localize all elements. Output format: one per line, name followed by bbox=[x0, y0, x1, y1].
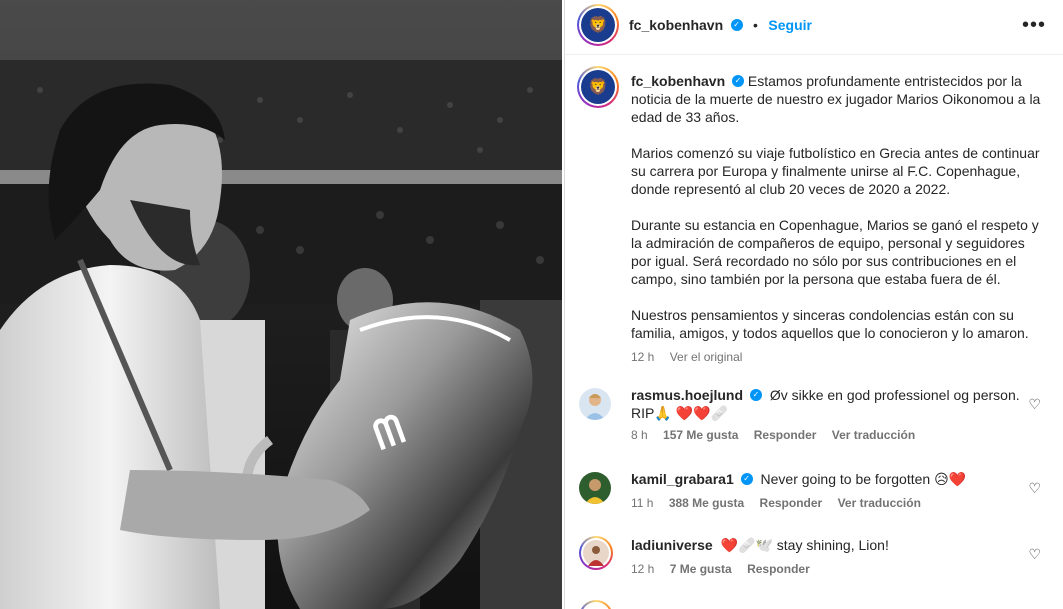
post-header: 🦁 fc_kobenhavn ✓ • Seguir ••• bbox=[565, 0, 1063, 55]
caption-paragraph: fc_kobenhavn ✓ Estamos profundamente ent… bbox=[631, 72, 1041, 126]
follow-button[interactable]: Seguir bbox=[768, 17, 812, 33]
reply-button[interactable]: Responder bbox=[754, 428, 817, 442]
see-original-link[interactable]: Ver el original bbox=[670, 350, 743, 364]
comment-time[interactable]: 12 h bbox=[631, 562, 654, 576]
comment-meta: 11 h 388 Me gusta Responder Ver traducci… bbox=[631, 494, 1031, 512]
comment-username[interactable]: ladiuniverse bbox=[631, 537, 713, 553]
like-heart-icon[interactable]: ♡ bbox=[1028, 546, 1041, 563]
comment-username[interactable]: kamil_grabara1 bbox=[631, 471, 734, 487]
reply-button[interactable]: Responder bbox=[760, 496, 823, 510]
commenter-avatar[interactable] bbox=[579, 536, 613, 570]
like-heart-icon[interactable]: ♡ bbox=[1028, 396, 1041, 413]
photo-illustration: ᗰ bbox=[0, 0, 562, 609]
comment-text: ❤️🩹🕊️ stay shining, Lion! bbox=[720, 537, 889, 553]
comment-likes[interactable]: 388 Me gusta bbox=[669, 496, 744, 510]
comment-meta: 12 h 7 Me gusta Responder bbox=[631, 560, 1031, 578]
post-sidebar: 🦁 fc_kobenhavn ✓ • Seguir ••• 🦁 fc_koben… bbox=[564, 0, 1063, 609]
comment-body: rasmus.hoejlund ✓ Øv sikke en god profes… bbox=[631, 386, 1031, 444]
header-avatar[interactable]: 🦁 bbox=[577, 4, 619, 46]
translate-button[interactable]: Ver traducción bbox=[838, 496, 921, 510]
comment-meta: 8 h 157 Me gusta Responder Ver traducció… bbox=[631, 426, 1031, 444]
caption-paragraph-3: Durante su estancia en Copenhague, Mario… bbox=[631, 217, 1039, 287]
like-heart-icon[interactable]: ♡ bbox=[1028, 480, 1041, 497]
comment-text: Never going to be forgotten 😥❤️ bbox=[760, 471, 967, 487]
commenter-avatar[interactable] bbox=[579, 388, 611, 420]
comment-likes[interactable]: 157 Me gusta bbox=[663, 428, 738, 442]
caption-avatar[interactable]: 🦁 bbox=[577, 66, 619, 108]
caption-paragraph-4: Nuestros pensamientos y sinceras condole… bbox=[631, 307, 1029, 341]
next-commenter-avatar[interactable] bbox=[579, 600, 613, 609]
separator-dot: • bbox=[753, 17, 758, 33]
club-logo-icon: 🦁 bbox=[581, 70, 615, 104]
header-username[interactable]: fc_kobenhavn bbox=[629, 17, 723, 33]
comment-time[interactable]: 11 h bbox=[631, 496, 653, 510]
verified-icon: ✓ bbox=[749, 389, 762, 402]
more-options-icon[interactable]: ••• bbox=[1022, 14, 1046, 37]
caption-username[interactable]: fc_kobenhavn bbox=[631, 73, 725, 89]
comment-time[interactable]: 8 h bbox=[631, 428, 648, 442]
comment-body: ladiuniverse ❤️🩹🕊️ stay shining, Lion! 1… bbox=[631, 536, 1031, 578]
post-photo: ᗰ bbox=[0, 0, 562, 609]
comment-username[interactable]: rasmus.hoejlund bbox=[631, 387, 743, 403]
comment-likes[interactable]: 7 Me gusta bbox=[670, 562, 732, 576]
caption: fc_kobenhavn ✓ Estamos profundamente ent… bbox=[631, 72, 1041, 364]
commenter-avatar[interactable] bbox=[579, 472, 611, 504]
verified-icon: ✓ bbox=[730, 18, 743, 31]
reply-button[interactable]: Responder bbox=[747, 562, 810, 576]
caption-paragraph-2: Marios comenzó su viaje futbolístico en … bbox=[631, 145, 1040, 197]
caption-meta: 12 h Ver el original bbox=[631, 350, 1041, 364]
comment-body: kamil_grabara1 ✓ Never going to be forgo… bbox=[631, 470, 1031, 512]
club-logo-icon: 🦁 bbox=[581, 8, 615, 42]
translate-button[interactable]: Ver traducción bbox=[832, 428, 915, 442]
caption-time[interactable]: 12 h bbox=[631, 350, 654, 364]
verified-icon: ✓ bbox=[740, 473, 753, 486]
verified-icon: ✓ bbox=[732, 75, 745, 88]
